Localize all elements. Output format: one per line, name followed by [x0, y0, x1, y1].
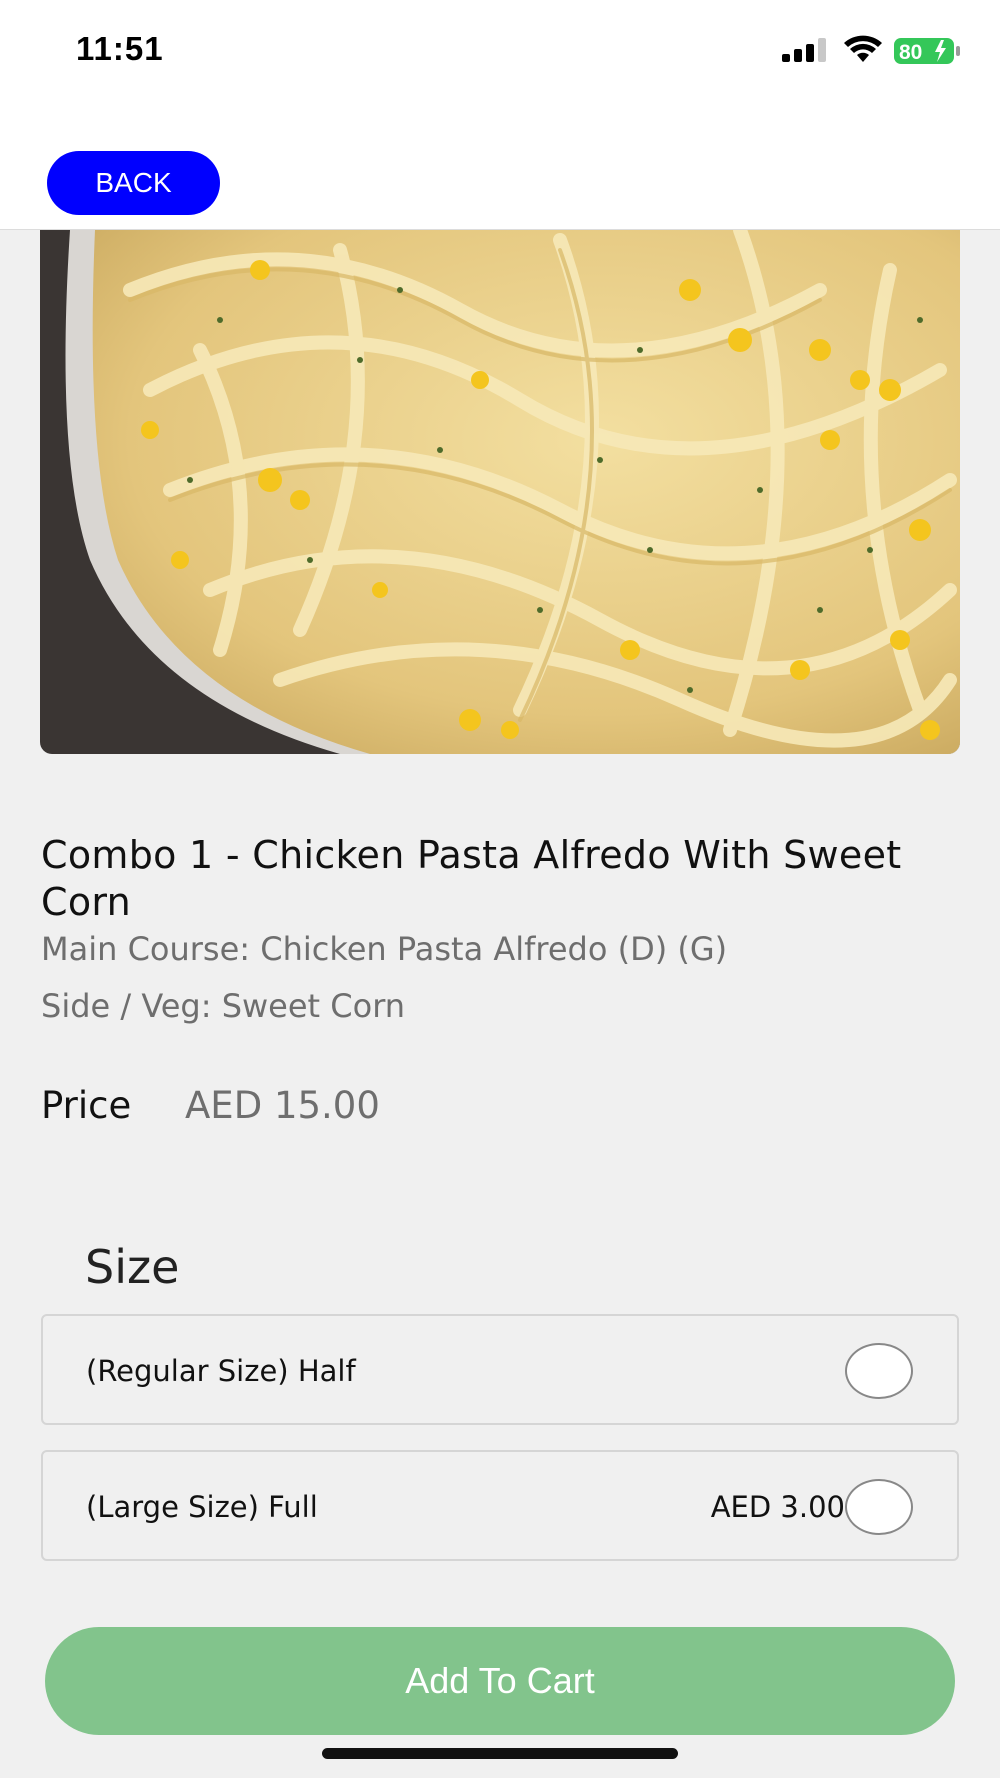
back-button[interactable]: BACK: [47, 151, 220, 215]
add-to-cart-button[interactable]: Add To Cart: [45, 1627, 955, 1735]
status-bar: 11:51 80: [0, 0, 1000, 100]
product-image: [40, 230, 960, 754]
battery-level: 80: [899, 41, 922, 64]
header-bar: BACK: [0, 100, 1000, 230]
price-label: Price: [41, 1084, 132, 1127]
size-option-regular[interactable]: (Regular Size) Half: [41, 1314, 959, 1425]
home-indicator[interactable]: [322, 1748, 678, 1759]
product-title: Combo 1 - Chicken Pasta Alfredo With Swe…: [41, 833, 902, 924]
size-option-label: (Regular Size) Half: [86, 1354, 356, 1388]
radio-button[interactable]: [845, 1479, 913, 1535]
status-time: 11:51: [76, 30, 164, 67]
size-heading: Size: [85, 1240, 180, 1294]
product-description-main: Main Course: Chicken Pasta Alfredo (D) (…: [41, 930, 728, 968]
wifi-icon: [844, 35, 882, 62]
radio-button[interactable]: [845, 1343, 913, 1399]
size-option-label: (Large Size) Full: [86, 1490, 318, 1524]
size-option-large[interactable]: (Large Size) Full AED 3.00: [41, 1450, 959, 1561]
battery-charging-icon: 80: [894, 38, 960, 64]
price-value: AED 15.00: [185, 1084, 380, 1127]
size-option-price: AED 3.00: [710, 1490, 845, 1524]
signal-icon: [782, 38, 826, 62]
product-description-side: Side / Veg: Sweet Corn: [41, 987, 406, 1025]
